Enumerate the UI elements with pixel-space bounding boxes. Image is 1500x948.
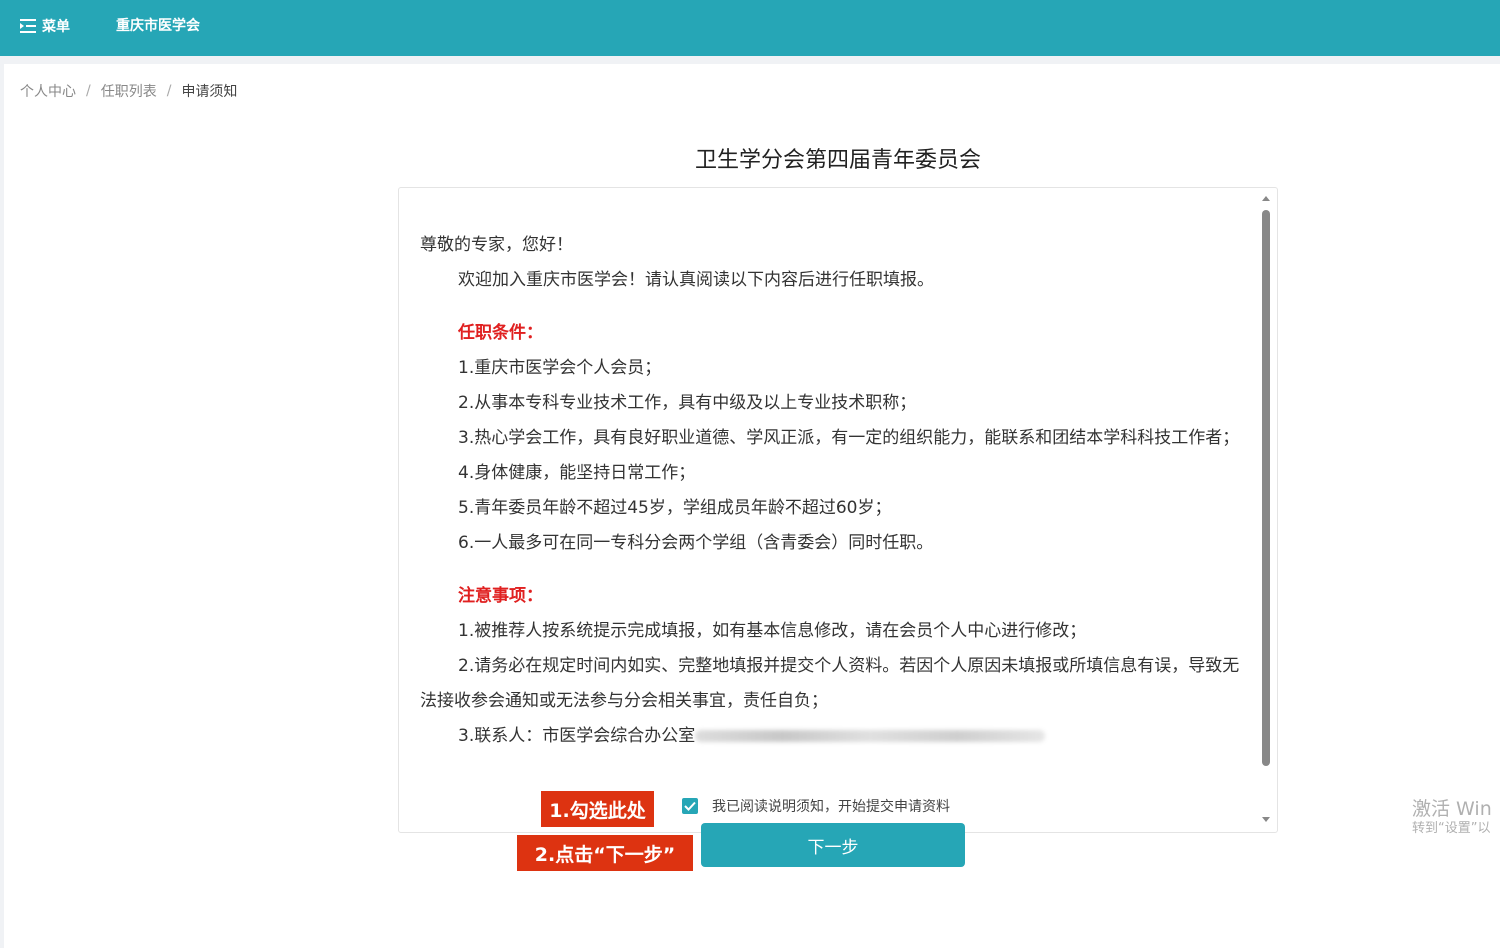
intro-text: 欢迎加入重庆市医学会！请认真阅读以下内容后进行任职填报。: [458, 270, 934, 290]
menu-label: 菜单: [42, 19, 70, 35]
top-navigation-bar: 菜单 重庆市医学会: [0, 0, 1500, 56]
breadcrumb-current: 申请须知: [181, 84, 238, 100]
site-title[interactable]: 重庆市医学会: [116, 14, 200, 38]
conditions-heading: 任职条件：: [458, 323, 543, 343]
condition-item: 3.热心学会工作，具有良好职业道德、学风正派，有一定的组织能力，能联系和团结本学…: [458, 428, 1240, 448]
condition-item: 5.青年委员年龄不超过45岁，学组成员年龄不超过60岁；: [458, 498, 892, 518]
breadcrumb-separator: /: [86, 83, 91, 99]
next-step-button[interactable]: 下一步: [701, 823, 965, 867]
condition-item: 1.重庆市医学会个人会员；: [458, 358, 662, 378]
watermark-line2: 转到“设置”以: [1412, 821, 1491, 836]
breadcrumb-position-list[interactable]: 任职列表: [101, 81, 157, 101]
breadcrumb-separator: /: [166, 83, 172, 99]
condition-item: 2.从事本专科专业技术工作，具有中级及以上专业技术职称；: [458, 393, 917, 413]
windows-activation-watermark: 激活 Win 转到“设置”以: [1412, 797, 1492, 837]
contact-prefix: 3.联系人：市医学会综合办公室: [458, 726, 696, 746]
condition-item: 6.一人最多可在同一专科分会两个学组（含青委会）同时任职。: [458, 533, 934, 553]
menu-button[interactable]: 菜单: [20, 14, 70, 38]
menu-icon: [20, 19, 36, 33]
agreement-row: 我已阅读说明须知，开始提交申请资料: [682, 796, 950, 816]
scroll-up-arrow-icon[interactable]: [1262, 196, 1270, 201]
annotation-step1: 1.勾选此处: [541, 791, 654, 827]
scrollbar-thumb[interactable]: [1262, 210, 1270, 766]
page-title: 卫生学分会第四届青年委员会: [694, 148, 981, 173]
notice-content: 尊敬的专家，您好！ 欢迎加入重庆市医学会！请认真阅读以下内容后进行任职填报。 任…: [420, 228, 1240, 754]
note-item: 2.请务必在规定时间内如实、完整地填报并提交个人资料。若因个人原因未填报或所填信…: [420, 656, 1240, 711]
agreement-checkbox[interactable]: [682, 798, 698, 814]
greeting-text: 尊敬的专家，您好！: [420, 235, 573, 255]
redacted-contact-info: [695, 730, 1046, 742]
check-icon: [684, 801, 696, 811]
annotation-step2: 2.点击“下一步”: [517, 835, 693, 871]
breadcrumb-personal-center[interactable]: 个人中心: [20, 81, 76, 101]
notes-heading: 注意事项：: [458, 586, 543, 606]
watermark-line1: 激活 Win: [1412, 798, 1492, 820]
breadcrumb: 个人中心 / 任职列表 / 申请须知: [20, 81, 237, 101]
agreement-label[interactable]: 我已阅读说明须知，开始提交申请资料: [712, 796, 950, 816]
condition-item: 4.身体健康，能坚持日常工作；: [458, 463, 696, 483]
note-item: 1.被推荐人按系统提示完成填报，如有基本信息修改，请在会员个人中心进行修改；: [458, 621, 1087, 641]
notice-scroll-box[interactable]: 尊敬的专家，您好！ 欢迎加入重庆市医学会！请认真阅读以下内容后进行任职填报。 任…: [398, 187, 1278, 833]
scroll-down-arrow-icon[interactable]: [1262, 817, 1270, 822]
scrollbar[interactable]: [1261, 194, 1271, 824]
contact-line: 3.联系人：市医学会综合办公室: [420, 719, 1240, 754]
